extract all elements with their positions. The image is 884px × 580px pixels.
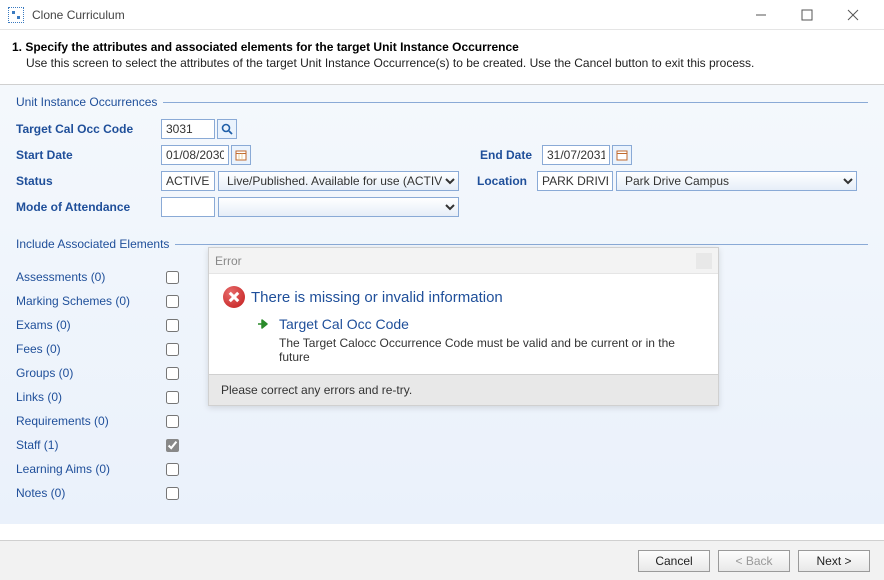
- app-icon: [8, 7, 24, 23]
- cancel-button[interactable]: Cancel: [638, 550, 710, 572]
- associated-link[interactable]: Notes (0): [16, 486, 166, 500]
- minimize-button[interactable]: [738, 0, 784, 30]
- label-start-date: Start Date: [16, 148, 161, 162]
- associated-row: Notes (0): [16, 481, 868, 505]
- associated-row: Staff (1): [16, 433, 868, 457]
- status-input[interactable]: [161, 171, 215, 191]
- associated-checkbox[interactable]: [166, 391, 179, 404]
- associated-checkbox[interactable]: [166, 463, 179, 476]
- associated-checkbox[interactable]: [166, 367, 179, 380]
- associated-link[interactable]: Fees (0): [16, 342, 166, 356]
- next-button[interactable]: Next >: [798, 550, 870, 572]
- label-location: Location: [477, 174, 527, 188]
- associated-checkbox[interactable]: [166, 487, 179, 500]
- mode-input[interactable]: [161, 197, 215, 217]
- associated-link[interactable]: Staff (1): [16, 438, 166, 452]
- end-date-input[interactable]: [542, 145, 610, 165]
- associated-link[interactable]: Requirements (0): [16, 414, 166, 428]
- error-close-button[interactable]: [696, 253, 712, 269]
- associated-link[interactable]: Marking Schemes (0): [16, 294, 166, 308]
- error-message: The Target Calocc Occurrence Code must b…: [279, 336, 704, 364]
- label-mode: Mode of Attendance: [16, 200, 161, 214]
- error-header-title: Error: [215, 254, 242, 268]
- calendar-icon: [616, 149, 628, 161]
- error-footer: Please correct any errors and re-try.: [209, 374, 718, 405]
- window-title: Clone Curriculum: [32, 8, 125, 22]
- maximize-button[interactable]: [784, 0, 830, 30]
- associated-checkbox[interactable]: [166, 319, 179, 332]
- associated-checkbox[interactable]: [166, 271, 179, 284]
- instruction-block: 1. Specify the attributes and associated…: [0, 30, 884, 84]
- associated-checkbox[interactable]: [166, 295, 179, 308]
- target-code-lookup-button[interactable]: [217, 119, 237, 139]
- associated-link[interactable]: Learning Aims (0): [16, 462, 166, 476]
- end-date-calendar-button[interactable]: [612, 145, 632, 165]
- location-select[interactable]: Park Drive Campus: [616, 171, 857, 191]
- calendar-icon: [235, 149, 247, 161]
- associated-checkbox[interactable]: [166, 415, 179, 428]
- location-input[interactable]: [537, 171, 613, 191]
- associated-link[interactable]: Groups (0): [16, 366, 166, 380]
- associated-checkbox[interactable]: [166, 439, 179, 452]
- target-code-input[interactable]: [161, 119, 215, 139]
- back-button[interactable]: < Back: [718, 550, 790, 572]
- close-button[interactable]: [830, 0, 876, 30]
- error-icon: [223, 286, 245, 308]
- associated-row: Requirements (0): [16, 409, 868, 433]
- associated-checkbox[interactable]: [166, 343, 179, 356]
- start-date-input[interactable]: [161, 145, 229, 165]
- arrow-right-icon: [257, 318, 269, 330]
- associated-link[interactable]: Links (0): [16, 390, 166, 404]
- error-panel: Error There is missing or invalid inform…: [208, 247, 719, 406]
- search-icon: [221, 123, 233, 135]
- label-end-date: End Date: [480, 148, 532, 162]
- error-field-name: Target Cal Occ Code: [279, 316, 409, 332]
- label-target-code: Target Cal Occ Code: [16, 122, 161, 136]
- associated-row: Learning Aims (0): [16, 457, 868, 481]
- group-occurrences-title: Unit Instance Occurrences: [16, 95, 157, 109]
- instruction-title: 1. Specify the attributes and associated…: [12, 40, 872, 54]
- status-select[interactable]: Live/Published. Available for use (ACTIV…: [218, 171, 459, 191]
- start-date-calendar-button[interactable]: [231, 145, 251, 165]
- mode-select[interactable]: [218, 197, 459, 217]
- associated-link[interactable]: Exams (0): [16, 318, 166, 332]
- label-status: Status: [16, 174, 161, 188]
- group-associated-title: Include Associated Elements: [16, 237, 169, 251]
- error-title: There is missing or invalid information: [251, 289, 503, 306]
- associated-link[interactable]: Assessments (0): [16, 270, 166, 284]
- instruction-body: Use this screen to select the attributes…: [12, 56, 872, 70]
- titlebar: Clone Curriculum: [0, 0, 884, 30]
- wizard-footer: Cancel < Back Next >: [0, 540, 884, 580]
- group-occurrences: Unit Instance Occurrences Target Cal Occ…: [16, 95, 868, 227]
